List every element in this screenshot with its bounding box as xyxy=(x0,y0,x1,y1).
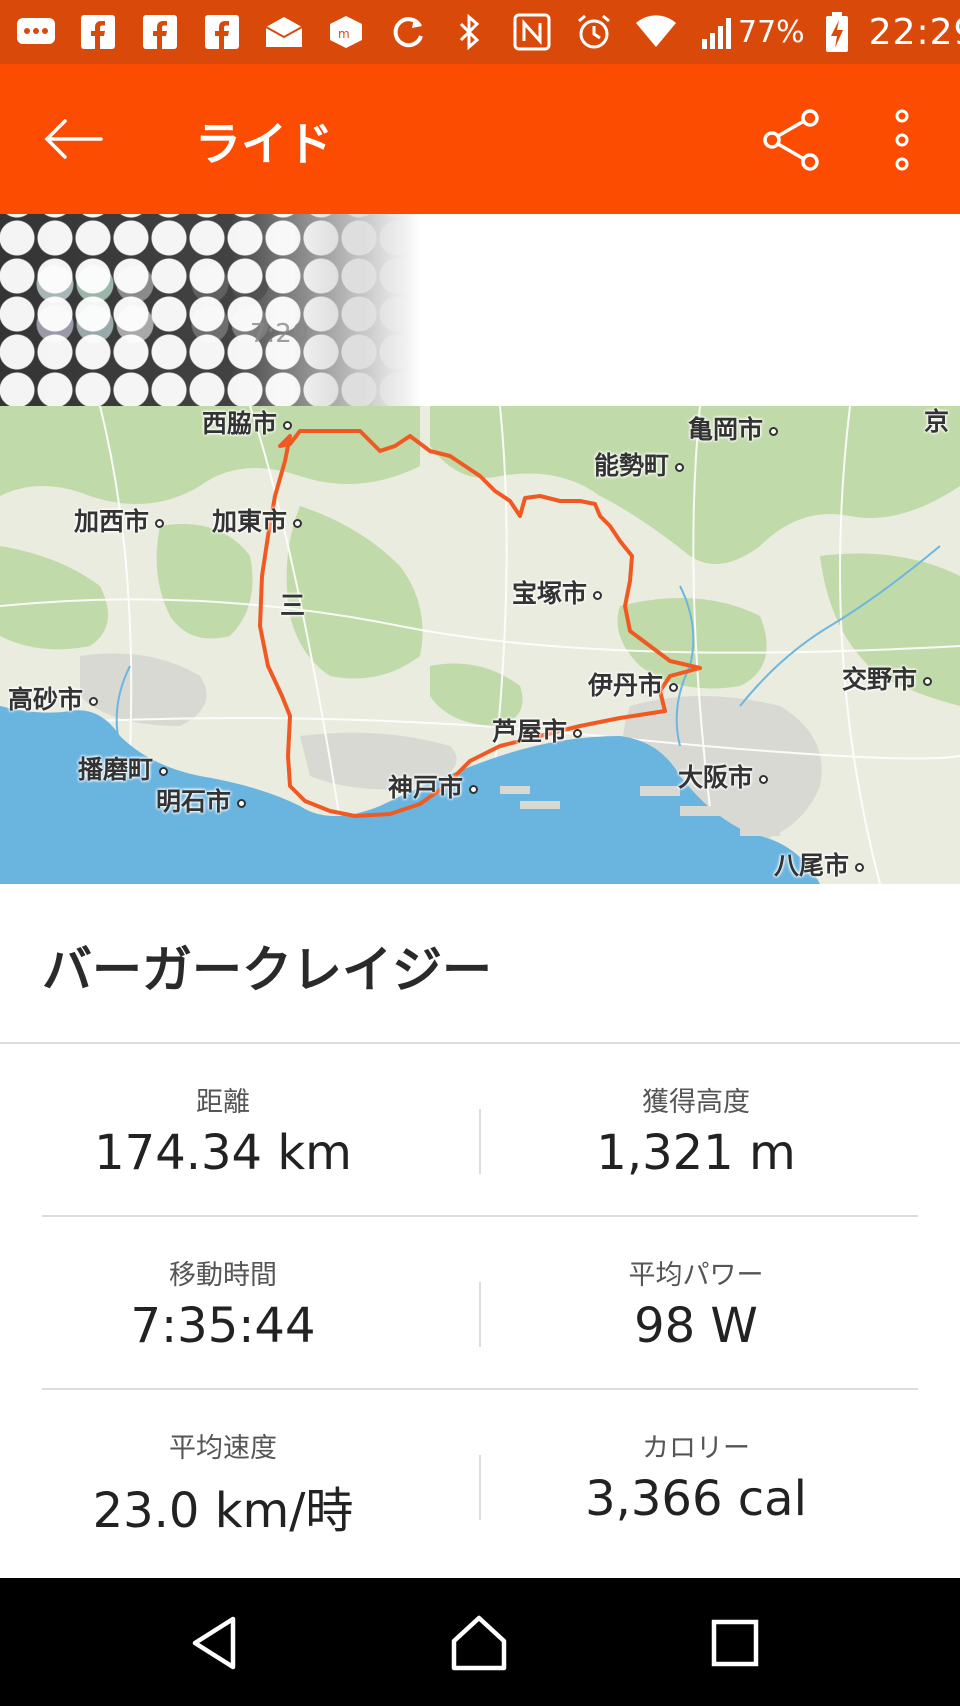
stat-moving-time: 移動時間 7:35:44 xyxy=(0,1253,446,1354)
map-label: 大阪市 xyxy=(678,758,769,794)
signal-icon xyxy=(698,12,738,52)
map-label: 能勢町 xyxy=(594,446,685,482)
share-icon xyxy=(763,109,819,171)
system-nav-bar xyxy=(0,1578,960,1706)
stat-label: 平均パワー xyxy=(628,1260,764,1291)
stat-row: 移動時間 7:35:44 平均パワー 98 W xyxy=(0,1217,960,1390)
battery-charging-icon xyxy=(817,12,857,52)
map-label: 芦屋市 xyxy=(492,712,583,748)
stat-distance: 距離 174.34 km xyxy=(0,1080,446,1181)
status-time: 22:29 xyxy=(868,11,960,53)
stat-value: 98 W xyxy=(634,1298,758,1354)
svg-text:m: m xyxy=(338,27,350,41)
stat-value: 7:35:44 xyxy=(130,1298,316,1354)
map-label: 高砂市 xyxy=(8,680,99,716)
map-label: 京 xyxy=(924,407,950,436)
stat-value: 174.34 km xyxy=(94,1125,352,1181)
nav-recents-button[interactable] xyxy=(700,1608,770,1678)
app-bar: ライド xyxy=(0,64,960,214)
map-label: 加東市 xyxy=(212,502,303,538)
route-map[interactable]: 西脇市 亀岡市 京 能勢町 加西市 加東市 宝塚市 三 伊丹市 交野市 高砂市 … xyxy=(0,406,960,884)
app-icon: m xyxy=(326,12,366,52)
stat-average-power: 平均パワー 98 W xyxy=(480,1253,912,1354)
map-label: 八尾市 xyxy=(774,846,865,882)
alarm-icon xyxy=(574,12,614,52)
map-label: 加西市 xyxy=(74,502,165,538)
bluetooth-icon xyxy=(450,12,490,52)
facebook-icon xyxy=(78,12,118,52)
status-bar: m 77% 22:29 xyxy=(0,0,960,64)
map-label: 明石市 xyxy=(156,782,247,818)
map-label: 交野市 xyxy=(842,660,933,696)
nav-home-button[interactable] xyxy=(444,1608,514,1678)
recents-nav-icon xyxy=(711,1619,759,1667)
stat-label: カロリー xyxy=(642,1433,750,1464)
stat-row: 平均速度 23.0 km/時 カロリー 3,366 cal xyxy=(0,1390,960,1563)
page-title: ライド xyxy=(195,117,333,171)
home-nav-icon xyxy=(451,1615,507,1671)
map-label: 三 xyxy=(280,591,306,620)
avatar-dither-overlay xyxy=(0,214,420,406)
map-label: 亀岡市 xyxy=(688,410,779,446)
stat-value: 3,366 cal xyxy=(585,1471,807,1527)
message-icon xyxy=(16,12,56,52)
map-background xyxy=(0,406,960,884)
status-right: 77% 22:29 xyxy=(738,12,960,53)
stat-label: 距離 xyxy=(196,1087,250,1118)
more-vert-icon xyxy=(895,109,909,171)
mail-icon xyxy=(264,12,304,52)
map-label: 播磨町 xyxy=(78,750,169,786)
back-button[interactable] xyxy=(38,104,108,174)
stat-label: 移動時間 xyxy=(169,1260,277,1291)
stat-label: 平均速度 xyxy=(169,1433,277,1464)
more-options-button[interactable] xyxy=(880,100,924,180)
stat-calories: カロリー 3,366 cal xyxy=(480,1426,912,1527)
map-label: 西脇市 xyxy=(202,406,293,440)
arrow-left-icon xyxy=(44,119,103,159)
stat-label: 獲得高度 xyxy=(642,1087,750,1118)
facebook-icon xyxy=(140,12,180,52)
status-icons: m xyxy=(16,12,738,52)
stat-value: 23.0 km/時 xyxy=(92,1483,354,1539)
back-nav-icon xyxy=(192,1616,236,1670)
facebook-icon xyxy=(202,12,242,52)
stat-value: 1,321 m xyxy=(596,1125,796,1181)
activity-date: 7:20 xyxy=(250,319,309,349)
sync-icon xyxy=(388,12,428,52)
nfc-icon xyxy=(512,12,552,52)
nav-back-button[interactable] xyxy=(180,1608,250,1678)
stat-elevation-gain: 獲得高度 1,321 m xyxy=(480,1080,912,1181)
map-label: 伊丹市 xyxy=(588,666,679,702)
map-label: 神戸市 xyxy=(388,768,479,804)
map-label: 宝塚市 xyxy=(512,574,603,610)
activity-title: バーガークレイジー xyxy=(42,941,492,999)
stat-average-speed: 平均速度 23.0 km/時 xyxy=(0,1426,446,1541)
activity-header: 7:20 xyxy=(0,214,960,406)
stats-grid: 距離 174.34 km 獲得高度 1,321 m 移動時間 7:35:44 平… xyxy=(0,1044,960,1563)
battery-percent: 77% xyxy=(738,14,805,50)
share-button[interactable] xyxy=(752,100,832,180)
stat-row: 距離 174.34 km 獲得高度 1,321 m xyxy=(0,1044,960,1217)
wifi-icon xyxy=(636,12,676,52)
